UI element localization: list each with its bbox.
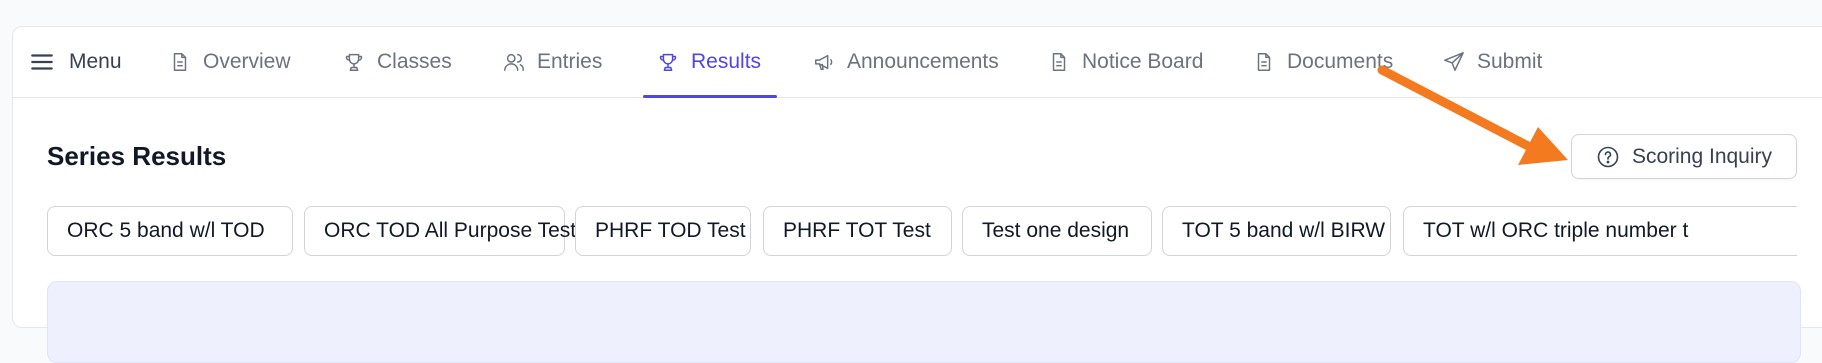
trophy-icon bbox=[659, 53, 677, 71]
tab-documents[interactable]: Documents bbox=[1253, 27, 1393, 97]
tab-results[interactable]: Results bbox=[642, 27, 778, 98]
chip-tot-5-band[interactable]: TOT 5 band w/l BIRW bbox=[1162, 206, 1391, 256]
hamburger-icon bbox=[31, 54, 53, 70]
chip-test-one-design[interactable]: Test one design bbox=[962, 206, 1152, 256]
tab-entries-label: Entries bbox=[537, 50, 603, 73]
chip-label: PHRF TOD Test bbox=[595, 219, 746, 242]
trophy-icon bbox=[345, 53, 363, 71]
document-icon bbox=[1257, 53, 1271, 71]
tab-submit-label: Submit bbox=[1477, 50, 1543, 73]
chip-label: PHRF TOT Test bbox=[783, 219, 931, 242]
tab-overview-label: Overview bbox=[203, 50, 291, 73]
page-title: Series Results bbox=[47, 141, 227, 171]
tab-documents-label: Documents bbox=[1287, 50, 1394, 73]
send-icon bbox=[1444, 52, 1464, 71]
results-panel bbox=[47, 281, 1801, 363]
tab-notice-board[interactable]: Notice Board bbox=[1048, 27, 1203, 97]
tab-notice-board-label: Notice Board bbox=[1082, 50, 1204, 73]
chip-label: TOT w/l ORC triple number t bbox=[1423, 219, 1689, 242]
chip-label: TOT 5 band w/l BIRW bbox=[1182, 219, 1386, 242]
users-icon bbox=[504, 53, 524, 71]
chip-phrf-tod[interactable]: PHRF TOD Test bbox=[575, 206, 751, 256]
megaphone-icon bbox=[815, 54, 833, 71]
question-circle-icon bbox=[1597, 146, 1619, 167]
chip-label: ORC 5 band w/l TOD bbox=[67, 219, 265, 242]
content-card: Menu Overview Classes Entries Results An… bbox=[12, 26, 1822, 363]
scoring-inquiry-button[interactable]: Scoring Inquiry bbox=[1571, 134, 1797, 179]
chip-phrf-tot[interactable]: PHRF TOT Test bbox=[763, 206, 952, 256]
tab-results-label: Results bbox=[691, 50, 762, 73]
chip-tot-orc-triple[interactable]: TOT w/l ORC triple number t bbox=[1403, 206, 1797, 256]
menu-button[interactable]: Menu bbox=[29, 27, 122, 97]
tab-overview[interactable]: Overview bbox=[169, 27, 291, 97]
scoring-inquiry-label: Scoring Inquiry bbox=[1631, 144, 1773, 168]
class-filter-chips: ORC 5 band w/l TOD ORC TOD All Purpose T… bbox=[47, 206, 1797, 258]
tab-announcements[interactable]: Announcements bbox=[813, 27, 999, 97]
chip-label: Test one design bbox=[982, 219, 1130, 242]
tab-classes[interactable]: Classes bbox=[343, 27, 452, 97]
tab-entries[interactable]: Entries bbox=[503, 27, 602, 97]
chip-orc-5-band[interactable]: ORC 5 band w/l TOD bbox=[47, 206, 293, 256]
document-icon bbox=[173, 53, 187, 71]
chip-orc-tod-all-purpose[interactable]: ORC TOD All Purpose Test bbox=[304, 206, 576, 256]
tab-classes-label: Classes bbox=[377, 50, 452, 73]
top-nav: Menu Overview Classes Entries Results An… bbox=[13, 27, 1822, 98]
menu-label: Menu bbox=[69, 50, 122, 73]
document-icon bbox=[1052, 53, 1066, 71]
chip-label: ORC TOD All Purpose Test bbox=[324, 219, 577, 242]
tab-announcements-label: Announcements bbox=[847, 50, 999, 73]
tab-submit[interactable]: Submit bbox=[1443, 27, 1542, 97]
